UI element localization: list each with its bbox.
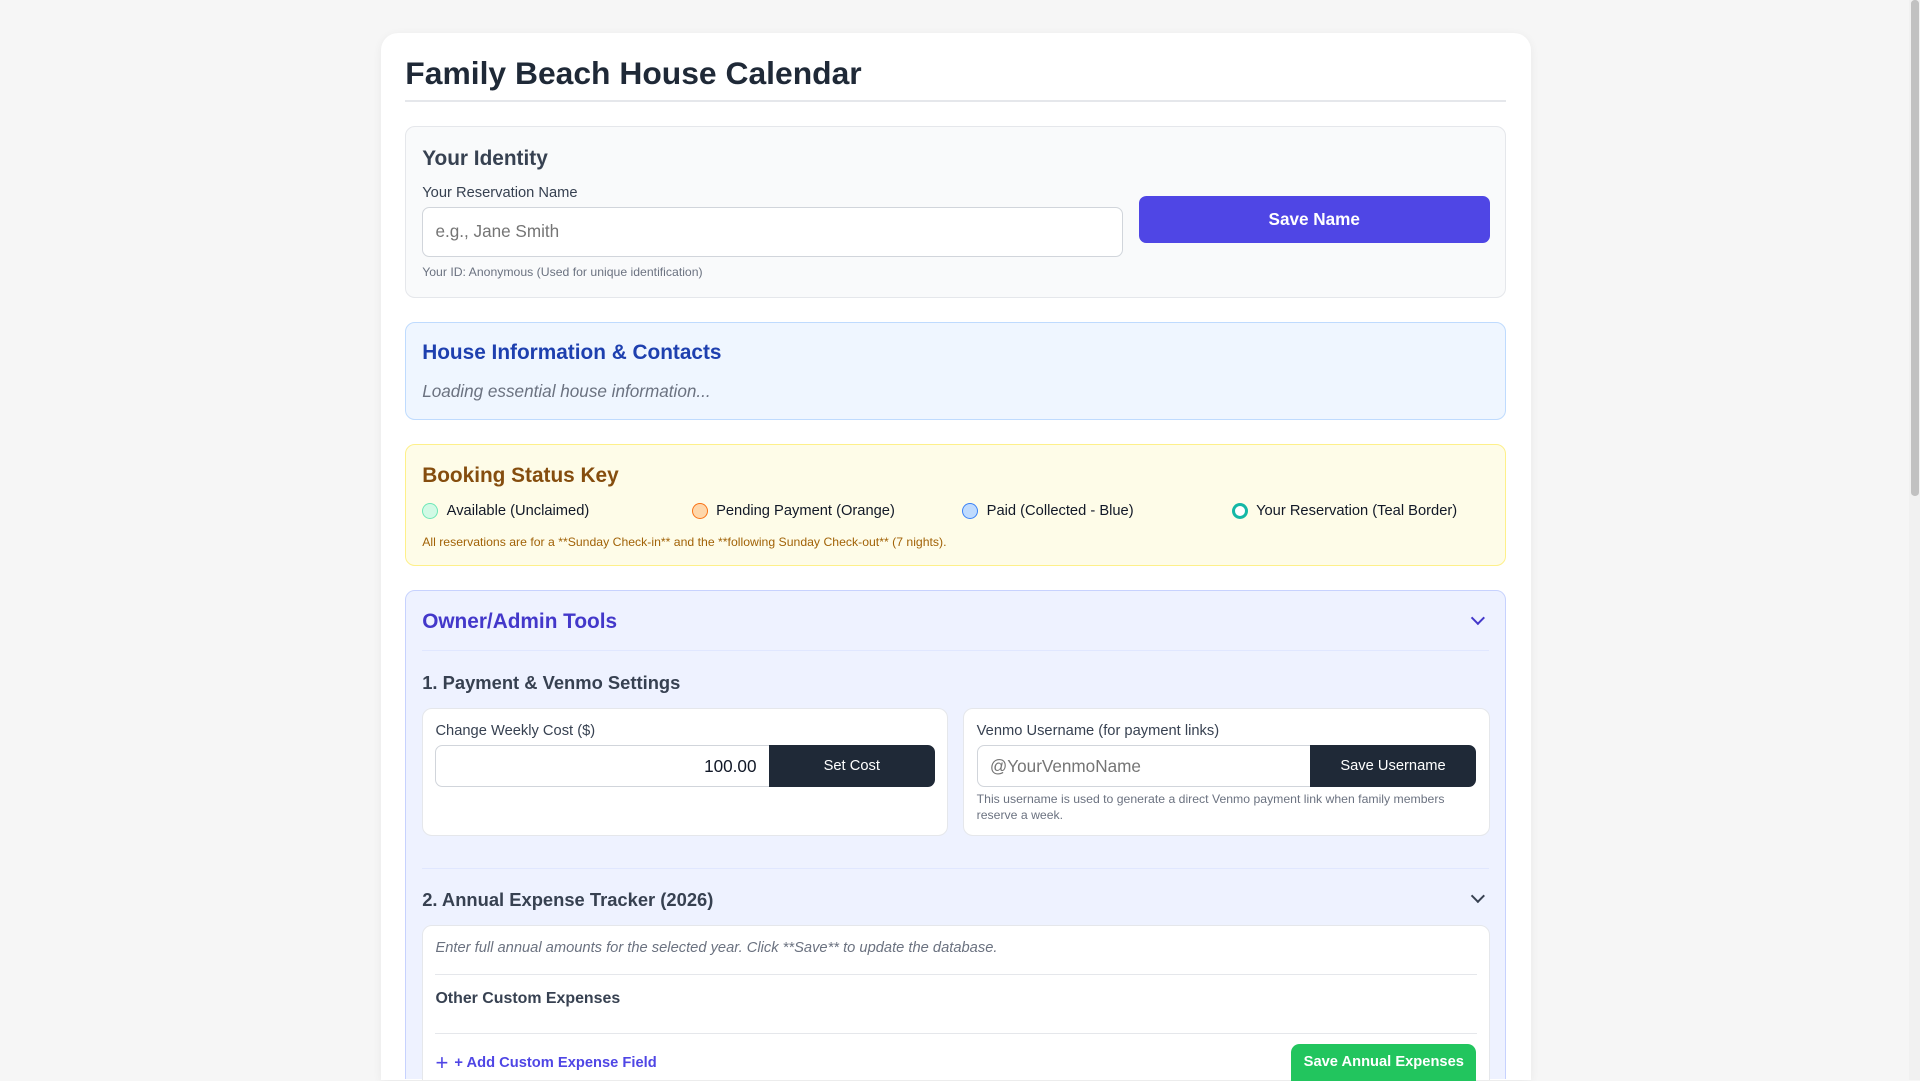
venmo-username-input[interactable] bbox=[976, 745, 1311, 787]
identity-heading: Your Identity bbox=[422, 146, 548, 170]
venmo-label: Venmo Username (for payment links) bbox=[976, 723, 1220, 740]
identity-section: Your Identity Your Reservation Name Save… bbox=[405, 126, 1507, 298]
venmo-help-text: This username is used to generate a dire… bbox=[976, 791, 1445, 822]
chevron-down-icon[interactable] bbox=[1470, 889, 1485, 903]
chevron-down-icon[interactable] bbox=[1470, 611, 1485, 626]
reservation-name-input[interactable] bbox=[422, 206, 1123, 257]
reservation-note: All reservations are for a **Sunday Chec… bbox=[422, 534, 947, 549]
key-label: Paid (Collected - Blue) bbox=[986, 503, 1134, 520]
page-title: Family Beach House Calendar bbox=[405, 55, 862, 92]
plus-icon: + bbox=[435, 1049, 449, 1075]
expense-tracker-panel: Enter full annual amounts for the select… bbox=[422, 925, 1490, 1081]
save-name-button[interactable]: Save Name bbox=[1138, 195, 1490, 244]
loading-text: Loading essential house information... bbox=[422, 380, 711, 401]
weekly-cost-input[interactable]: 100.00 bbox=[435, 745, 770, 787]
expense-tracker-toggle[interactable]: 2. Annual Expense Tracker (2026) bbox=[422, 889, 713, 911]
paid-swatch-icon bbox=[962, 503, 979, 519]
scrollbar-thumb[interactable] bbox=[1911, 0, 1919, 496]
divider bbox=[435, 974, 1477, 976]
payment-settings-heading: 1. Payment & Venmo Settings bbox=[422, 672, 681, 693]
weekly-cost-panel: Change Weekly Cost ($) 100.00 Set Cost bbox=[422, 707, 948, 837]
key-label: Available (Unclaimed) bbox=[446, 503, 590, 520]
status-key-heading: Booking Status Key bbox=[422, 463, 619, 487]
key-available: Available (Unclaimed) bbox=[422, 503, 589, 519]
house-info-heading: House Information & Contacts bbox=[422, 341, 722, 365]
admin-tools-toggle[interactable]: Owner/Admin Tools bbox=[422, 610, 617, 634]
save-username-button[interactable]: Save Username bbox=[1309, 745, 1477, 787]
status-key-section: Booking Status Key Available (Unclaimed)… bbox=[405, 444, 1507, 566]
add-expense-label: + Add Custom Expense Field bbox=[454, 1055, 657, 1072]
key-paid: Paid (Collected - Blue) bbox=[962, 503, 1134, 520]
main-card: Family Beach House Calendar Your Identit… bbox=[380, 33, 1531, 1081]
yours-swatch-icon bbox=[1231, 503, 1248, 519]
save-annual-expenses-button[interactable]: Save Annual Expenses bbox=[1291, 1044, 1477, 1081]
house-info-section: House Information & Contacts Loading ess… bbox=[405, 322, 1507, 420]
expense-instructions: Enter full annual amounts for the select… bbox=[435, 939, 998, 956]
cost-label: Change Weekly Cost ($) bbox=[435, 723, 596, 740]
other-expenses-heading: Other Custom Expenses bbox=[435, 990, 621, 1008]
scrollbar-track[interactable] bbox=[1908, 0, 1920, 1080]
set-cost-button[interactable]: Set Cost bbox=[768, 745, 936, 787]
name-label: Your Reservation Name bbox=[422, 184, 578, 201]
key-label: Pending Payment (Orange) bbox=[716, 503, 895, 520]
divider bbox=[405, 100, 1507, 102]
venmo-panel: Venmo Username (for payment links) Save … bbox=[963, 707, 1490, 837]
divider bbox=[422, 867, 1490, 870]
user-id-text: Your ID: Anonymous (Used for unique iden… bbox=[422, 265, 703, 280]
key-yours: Your Reservation (Teal Border) bbox=[1231, 503, 1458, 520]
admin-tools-section: Owner/Admin Tools 1. Payment & Venmo Set… bbox=[405, 590, 1507, 1081]
key-pending: Pending Payment (Orange) bbox=[691, 503, 895, 520]
pending-swatch-icon bbox=[691, 503, 708, 519]
key-label: Your Reservation (Teal Border) bbox=[1256, 503, 1458, 520]
available-swatch-icon bbox=[422, 503, 439, 519]
divider bbox=[422, 649, 1490, 652]
divider bbox=[435, 1032, 1477, 1035]
add-custom-expense-link[interactable]: + + Add Custom Expense Field bbox=[435, 1049, 657, 1075]
